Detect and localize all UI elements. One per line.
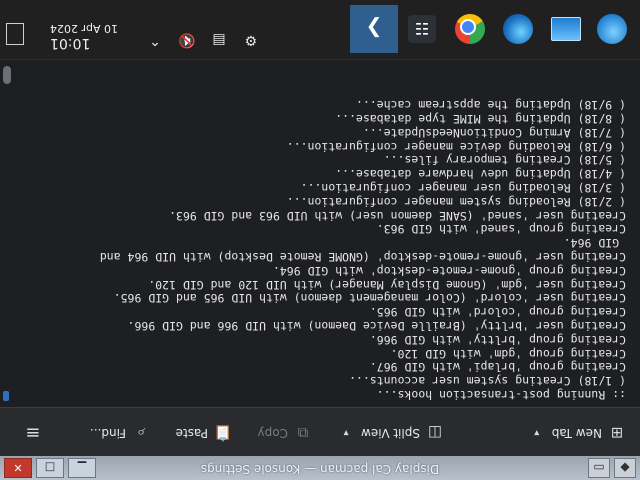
terminal-line: ( 6/18) Reloading device manager configu… — [286, 139, 626, 154]
terminal-line: Creating group 'gnome-remote-desktop' wi… — [272, 263, 626, 278]
terminal-line: Creating user 'brltty' (Braille Device D… — [127, 319, 627, 334]
start-icon — [597, 14, 627, 44]
new-tab-button[interactable]: ⊞ New Tab ▾ — [528, 424, 626, 442]
terminal-line: ( 1/18) Creating system user accounts... — [349, 374, 626, 389]
terminal-line: Creating group 'brlapi' with GID 967. — [369, 360, 626, 375]
maximize-button[interactable]: □ — [36, 458, 64, 478]
terminal-line: :: Running post-transaction hooks... — [376, 388, 626, 402]
copy-label: Copy — [257, 426, 288, 440]
split-view-button[interactable]: ◫ Split View ▾ — [337, 424, 444, 442]
terminal-line: Creating group 'colord' with GID 965. — [369, 305, 626, 320]
taskbar-collapse-button[interactable]: ❯ — [350, 5, 398, 53]
terminal-line: Creating user 'gdm' (Gnome Display Manag… — [148, 277, 626, 292]
copy-button[interactable]: ⧉ Copy — [258, 424, 312, 442]
terminal-line: Creating group 'brltty' with GID 966. — [369, 332, 626, 347]
terminal-line: ( 5/18) Creating temporary files... — [383, 153, 626, 168]
terminal-line: ( 2/18) Reloading system manager configu… — [286, 194, 626, 209]
copy-icon: ⧉ — [297, 424, 309, 442]
paste-button[interactable]: 📋 Paste — [175, 424, 233, 442]
terminal-line: Creating user 'saned' (SANE daemon user)… — [169, 208, 626, 223]
new-tab-label: New Tab — [551, 426, 602, 440]
terminal-output: :: Running post-transaction hooks... ( 1… — [18, 97, 627, 402]
show-desktop-button[interactable] — [6, 23, 24, 45]
clock-time: 10:01 — [50, 35, 91, 51]
screen: ◆ ▭ Display Cal pacman — Konsole Setting… — [0, 0, 640, 480]
printer-icon[interactable]: ▤ — [210, 31, 228, 49]
find-button[interactable]: ⌕ Find... — [90, 424, 150, 442]
terminal-line: Creating user 'colord' (Color management… — [113, 291, 626, 306]
scrollbar-thumb[interactable] — [3, 66, 11, 84]
taskbar: ☷ ❯ ⚙ ▤ 🔇 ⌃ 10:01 10 Apr 2024 — [0, 0, 640, 60]
terminal-line: GID 964. — [563, 236, 620, 251]
terminal-line: ( 3/18) Reloading user manager configura… — [300, 181, 626, 196]
split-view-label: Split View — [361, 426, 420, 440]
hamburger-menu-icon: ≡ — [25, 422, 41, 444]
minimize-button[interactable]: ▁ — [68, 458, 96, 478]
search-icon: ⌕ — [136, 424, 146, 442]
hamburger-menu-button[interactable]: ≡ — [24, 422, 42, 444]
terminal-line: ( 4/18) Updating udev hardware database.… — [335, 167, 626, 182]
bug-icon[interactable]: ⚙ — [242, 31, 260, 49]
title-bar: ◆ ▭ Display Cal pacman — Konsole Setting… — [0, 456, 640, 480]
terminal-line: Creating group 'saned' with GID 963. — [376, 222, 626, 237]
toolbar: ⊞ New Tab ▾ ◫ Split View ▾ ⧉ Copy 📋 Past… — [0, 407, 640, 456]
taskbar-app-settings[interactable]: ☷ — [398, 5, 446, 53]
clock[interactable]: 10:01 10 Apr 2024 — [50, 22, 120, 51]
scrollbar[interactable] — [3, 60, 11, 407]
terminal-line: ( 7/18) Arming ConditionNeedsUpdate... — [362, 125, 626, 140]
new-tab-icon: ⊞ — [610, 424, 624, 442]
paste-label: Paste — [175, 426, 208, 440]
volume-muted-icon[interactable]: 🔇 — [178, 31, 196, 49]
terminal-line: Creating group 'gdm' with GID 120. — [390, 346, 626, 361]
terminal-line: ( 8/18) Updating the MIME type database.… — [335, 112, 626, 127]
taskbar-app-globe[interactable] — [494, 5, 542, 53]
taskbar-app-chrome[interactable] — [446, 5, 494, 53]
chevron-down-icon[interactable]: ▾ — [337, 424, 355, 442]
find-label: Find... — [89, 426, 126, 440]
window-title: Display Cal pacman — Konsole Settings — [200, 462, 440, 476]
back-icon: ❯ — [365, 17, 383, 41]
terminal-line: Creating user 'gnome-remote-desktop' (GN… — [99, 250, 626, 265]
taskbar-app-window[interactable] — [542, 5, 590, 53]
window-icon — [551, 17, 581, 41]
start-button[interactable] — [588, 5, 636, 53]
chevron-down-icon[interactable]: ▾ — [528, 424, 546, 442]
scrollbar-marker — [3, 391, 9, 401]
settings-icon: ☷ — [408, 15, 436, 43]
chrome-icon — [455, 14, 485, 44]
paste-icon: 📋 — [213, 424, 233, 442]
clock-date: 10 Apr 2024 — [50, 22, 119, 35]
terminal-view[interactable]: :: Running post-transaction hooks... ( 1… — [0, 60, 640, 407]
chevron-up-icon[interactable]: ⌃ — [146, 31, 164, 49]
split-view-icon: ◫ — [427, 424, 443, 442]
globe-icon — [503, 14, 533, 44]
close-button[interactable]: ✕ — [4, 458, 32, 478]
terminal-line: ( 9/18) Updating the appstream cache... — [355, 98, 626, 113]
system-tray: ⚙ ▤ 🔇 ⌃ — [146, 31, 260, 49]
